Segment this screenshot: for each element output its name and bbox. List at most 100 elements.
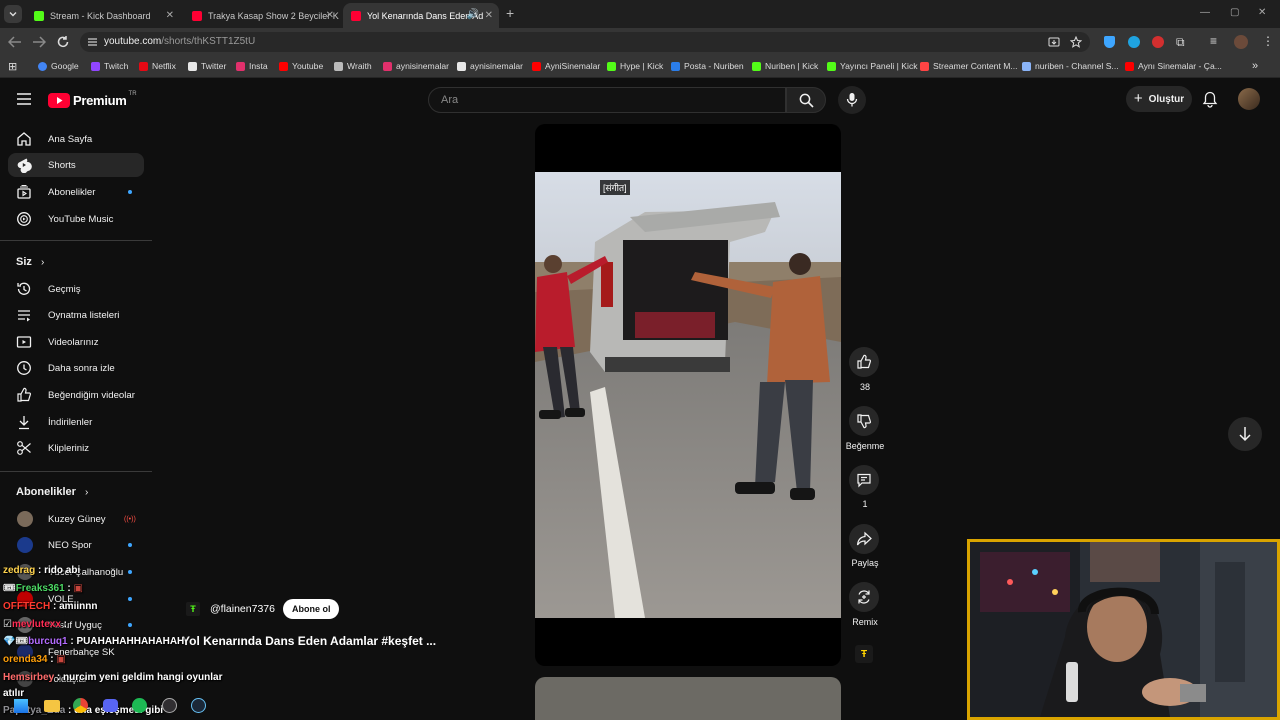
sidebar-item-your-videos[interactable]: Videolarınız — [8, 330, 144, 354]
subscription-item[interactable]: NEO Spor — [8, 533, 144, 557]
sidebar-item-clips[interactable]: Klipleriniz — [8, 436, 144, 460]
extensions-area: ⧉ ≡ ⋮ — [1100, 34, 1280, 50]
close-icon[interactable]: ✕ — [326, 10, 334, 21]
obs-icon[interactable] — [162, 698, 177, 713]
bookmark[interactable]: Youtube — [279, 61, 323, 71]
next-video-button[interactable] — [1228, 417, 1262, 451]
sidebar-item-downloads[interactable]: İndirilenler — [8, 410, 144, 434]
extensions-puzzle-icon[interactable]: ⧉ — [1176, 35, 1185, 50]
search-button[interactable] — [786, 87, 826, 113]
minimize-icon[interactable]: — — [1200, 7, 1210, 18]
sidebar-item-shorts[interactable]: Shorts — [8, 153, 144, 177]
tab-search-button[interactable] — [4, 5, 22, 23]
shorts-player[interactable]: [संगीत] — [535, 124, 841, 666]
bookmark[interactable]: Twitch — [91, 61, 128, 71]
next-short-preview[interactable] — [535, 677, 841, 720]
sidebar-item-liked-videos[interactable]: Beğendiğim videolar — [8, 383, 144, 407]
bookmark[interactable]: Nuriben | Kick — [752, 61, 818, 71]
comments-button[interactable] — [849, 465, 879, 495]
more-bookmarks-icon[interactable]: » — [1252, 60, 1258, 72]
new-tab-button[interactable]: + — [506, 6, 514, 20]
forward-icon[interactable] — [32, 36, 46, 48]
your-videos-icon — [16, 336, 32, 348]
browser-menu-icon[interactable]: ⋮ — [1262, 34, 1274, 48]
dislike-label: Beğenme — [845, 441, 885, 451]
google-icon — [38, 61, 47, 71]
address-bar[interactable]: youtube.com/shorts/thKSTT1Z5tU — [80, 32, 1090, 52]
maximize-icon[interactable]: ▢ — [1230, 7, 1239, 18]
home-icon — [17, 132, 31, 146]
notifications-bell-icon[interactable] — [1202, 91, 1218, 108]
youtube-play-icon — [48, 92, 70, 108]
star-icon[interactable] — [1070, 36, 1082, 48]
speaker-icon[interactable]: 🔊 — [467, 9, 479, 20]
voice-search-button[interactable] — [838, 86, 866, 114]
spotify-icon[interactable] — [132, 698, 147, 713]
close-window-icon[interactable]: ✕ — [1258, 7, 1266, 18]
chevron-down-icon — [9, 12, 17, 17]
browser-tab-active[interactable]: Yol Kenarında Dans Eden Ad 🔊 ✕ — [343, 3, 499, 28]
subscribe-button[interactable]: Abone ol — [282, 599, 340, 619]
like-button[interactable] — [849, 347, 879, 377]
hamburger-menu-icon[interactable] — [16, 92, 32, 106]
bookmark[interactable]: Hype | Kick — [607, 61, 663, 71]
sidebar-item-history[interactable]: Geçmiş — [8, 277, 144, 301]
instagram-icon — [236, 61, 245, 71]
extension-blue-icon[interactable] — [1128, 36, 1140, 48]
back-icon[interactable] — [8, 36, 22, 48]
sidebar-item-watch-later[interactable]: Daha sonra izle — [8, 356, 144, 380]
bookmark[interactable]: Streamer Content M... — [920, 61, 1018, 71]
sidebar-item-playlists[interactable]: Oynatma listeleri — [8, 303, 144, 327]
account-avatar[interactable] — [1238, 88, 1260, 110]
create-button[interactable]: + Oluştur — [1126, 86, 1192, 112]
sidebar-item-youtube-music[interactable]: YouTube Music — [8, 207, 144, 231]
channel-handle[interactable]: @flainen7376 — [210, 603, 275, 615]
sound-thumbnail[interactable]: Ŧ — [855, 645, 873, 663]
youtube-logo[interactable]: Premium TR — [48, 91, 137, 109]
apps-grid-icon[interactable]: ⊞ — [8, 60, 17, 73]
steam-icon[interactable] — [191, 698, 206, 713]
browser-tab[interactable]: Trakya Kasap Show 2 Beyciler K ✕ — [184, 3, 340, 28]
bookmark[interactable]: Aynı Sinemalar - Ça... — [1125, 61, 1222, 71]
media-control-icon[interactable]: ≡ — [1210, 34, 1217, 48]
streamer-icon — [920, 61, 929, 71]
install-app-icon[interactable] — [1048, 36, 1060, 48]
bookmark[interactable]: Posta - Nuriben — [671, 61, 744, 71]
logo-region: TR — [128, 91, 137, 97]
clock-icon — [17, 361, 31, 375]
search-input[interactable]: Ara — [428, 87, 786, 113]
sidebar-item-subscriptions[interactable]: Abonelikler — [8, 180, 144, 204]
close-icon[interactable]: ✕ — [166, 10, 174, 21]
chrome-icon[interactable] — [73, 698, 88, 713]
profile-avatar-icon[interactable] — [1234, 35, 1248, 49]
bookmark[interactable]: Twitter — [188, 61, 226, 71]
short-title[interactable]: Yol Kenarında Dans Eden Adamlar #keşfet … — [182, 634, 436, 648]
windows-start-icon[interactable] — [14, 699, 28, 713]
extension-shield-icon[interactable] — [1104, 36, 1115, 48]
bookmark[interactable]: Yayıncı Paneli | Kick — [827, 61, 918, 71]
extension-red-icon[interactable] — [1152, 36, 1164, 48]
badge-icon: ☑ — [3, 619, 12, 630]
subscription-item[interactable]: Kuzey Güney ((•)) — [8, 507, 144, 531]
bookmark[interactable]: Google — [38, 61, 79, 71]
bookmark[interactable]: Insta — [236, 61, 268, 71]
close-icon[interactable]: ✕ — [485, 10, 493, 21]
you-section-header[interactable]: Siz › — [16, 256, 44, 268]
browser-tab[interactable]: Stream - Kick Dashboard ✕ — [26, 3, 180, 28]
remix-button[interactable] — [849, 582, 879, 612]
file-explorer-icon[interactable] — [44, 700, 60, 712]
sidebar-item-home[interactable]: Ana Sayfa — [8, 127, 144, 151]
bookmark[interactable]: Netflix — [139, 61, 176, 71]
subscriptions-section-header[interactable]: Abonelikler › — [16, 486, 88, 498]
discord-icon[interactable] — [103, 699, 118, 712]
bookmark[interactable]: AyniSinemalar — [532, 61, 600, 71]
share-button[interactable] — [849, 524, 879, 554]
bookmark[interactable]: nuriben - Channel S... — [1022, 61, 1119, 71]
bookmark[interactable]: aynisinemalar — [383, 61, 449, 71]
dislike-button[interactable] — [849, 406, 879, 436]
site-info-icon[interactable] — [87, 37, 98, 47]
reload-icon[interactable] — [56, 35, 70, 49]
bookmark[interactable]: aynisinemalar — [457, 61, 523, 71]
youtube-icon — [1125, 61, 1134, 71]
bookmark[interactable]: Wraith — [334, 61, 372, 71]
